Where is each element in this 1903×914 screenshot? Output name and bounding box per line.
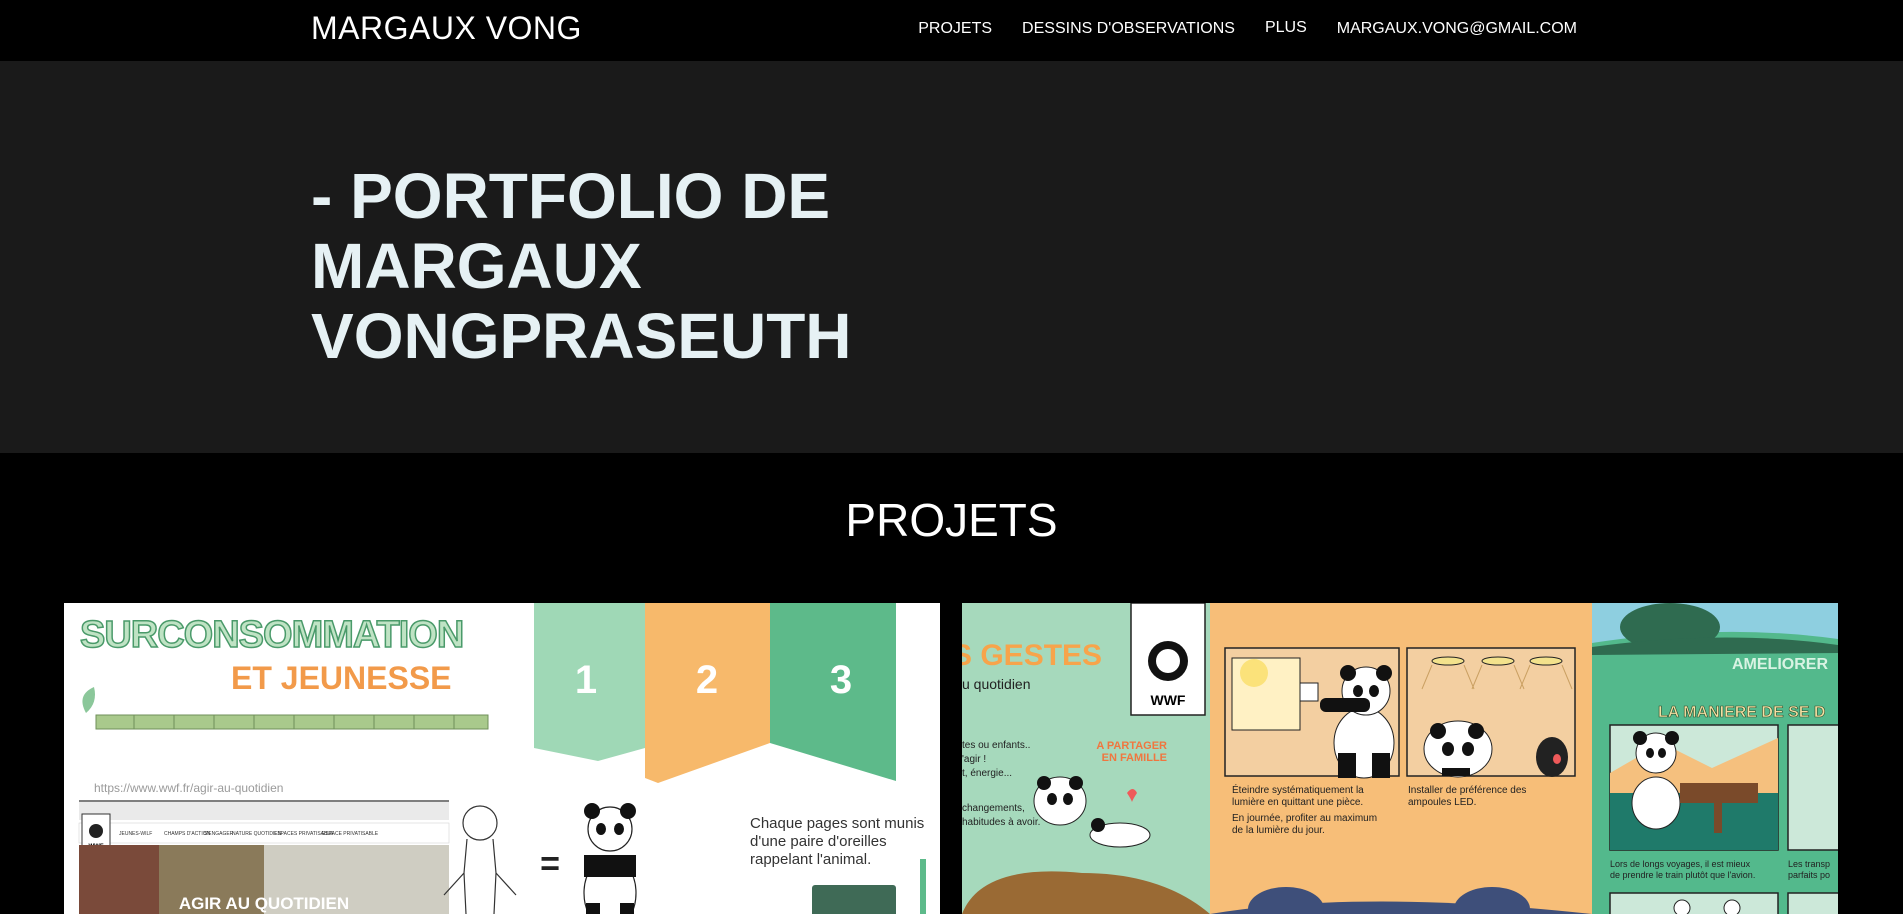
projects-section: PROJETS SURCONSOMMATION ET JEUNESSE 1 2 … [0,453,1903,914]
svg-text:changements,: changements, [962,803,1025,814]
svg-text:habitudes à avoir.: habitudes à avoir. [962,817,1040,828]
svg-text:Les transp: Les transp [1788,859,1830,869]
nav-item-email[interactable]: MARGAUX.VONG@GMAIL.COM [1337,20,1577,38]
card1-title-line1: SURCONSOMMATION [80,614,463,656]
svg-text:A PARTAGER: A PARTAGER [1096,740,1167,752]
navbar: MARGAUX VONG PROJETS DESSINS D'OBSERVATI… [0,0,1903,61]
svg-text:tes ou enfants..: tes ou enfants.. [962,740,1030,751]
card1-caption: Chaque pages sont munis d'une paire d'or… [750,815,924,868]
svg-text:'agir !: 'agir ! [962,754,986,765]
tab-3-number: 3 [830,658,852,702]
hero-title: - PORTFOLIO DE MARGAUX VONGPRASEUTH [311,160,852,372]
svg-text:S'ENGAGER: S'ENGAGER [204,831,234,837]
svg-text:u quotidien: u quotidien [962,676,1031,692]
svg-text:t, énergie...: t, énergie... [962,768,1012,779]
svg-text:de prendre le train plutôt que: de prendre le train plutôt que l'avion. [1610,870,1755,880]
svg-text:de la lumière du jour.: de la lumière du jour. [1232,825,1325,836]
project-thumbnail-2: S GESTES u quotidien tes ou enfants.. 'a… [962,603,1838,914]
svg-text:Lors de longs voyages, il est: Lors de longs voyages, il est mieux [1610,859,1751,869]
tab-1-number: 1 [575,658,597,702]
card1-banner: AGIR AU QUOTIDIEN [179,894,349,913]
comic-panel-4 [1787,724,1838,851]
equals-sign: = [540,845,560,883]
card1-url: https://www.wwf.fr/agir-au-quotidien [94,781,283,795]
svg-text:En journée, profiter au maximu: En journée, profiter au maximum [1232,813,1377,824]
card2-ameliorer: AMELIORER [1732,656,1828,673]
nav-item-projets[interactable]: PROJETS [918,20,992,38]
svg-text:JEUNES-WILF: JEUNES-WILF [119,831,152,837]
card2-gestes: S GESTES [962,639,1102,672]
card1-title-line2: ET JEUNESSE [231,660,452,696]
svg-text:parfaits po: parfaits po [1788,870,1830,880]
site-brand[interactable]: MARGAUX VONG [311,10,582,47]
svg-text:lumière en quittant une pièce.: lumière en quittant une pièce. [1232,797,1363,808]
svg-text:WWF: WWF [1151,692,1186,708]
main-nav: PROJETS DESSINS D'OBSERVATIONS PLUS MARG… [888,19,1577,38]
svg-text:EN FAMILLE: EN FAMILLE [1102,752,1167,764]
tab-2-number: 2 [696,658,718,702]
svg-text:ampoules LED.: ampoules LED. [1408,797,1476,808]
panda-icon [583,803,637,914]
nav-item-plus[interactable]: PLUS [1265,19,1307,37]
projects-heading: PROJETS [845,494,1058,546]
svg-text:Éteindre systématiquement la: Éteindre systématiquement la [1232,783,1364,796]
svg-text:LA MANIERE DE SE D: LA MANIERE DE SE D [1658,704,1825,721]
project-card-gestes-quotidien[interactable]: S GESTES u quotidien tes ou enfants.. 'a… [962,603,1838,914]
project-thumbnail-1: SURCONSOMMATION ET JEUNESSE 1 2 3 https:… [64,603,940,914]
svg-text:ESPACE PRIVATISABLE: ESPACE PRIVATISABLE [322,831,379,837]
project-card-surconsommation[interactable]: SURCONSOMMATION ET JEUNESSE 1 2 3 https:… [64,603,940,914]
nav-item-dessins[interactable]: DESSINS D'OBSERVATIONS [1022,20,1235,38]
svg-text:Installer de préférence des: Installer de préférence des [1408,785,1526,796]
hero-section: - PORTFOLIO DE MARGAUX VONGPRASEUTH [0,61,1903,453]
